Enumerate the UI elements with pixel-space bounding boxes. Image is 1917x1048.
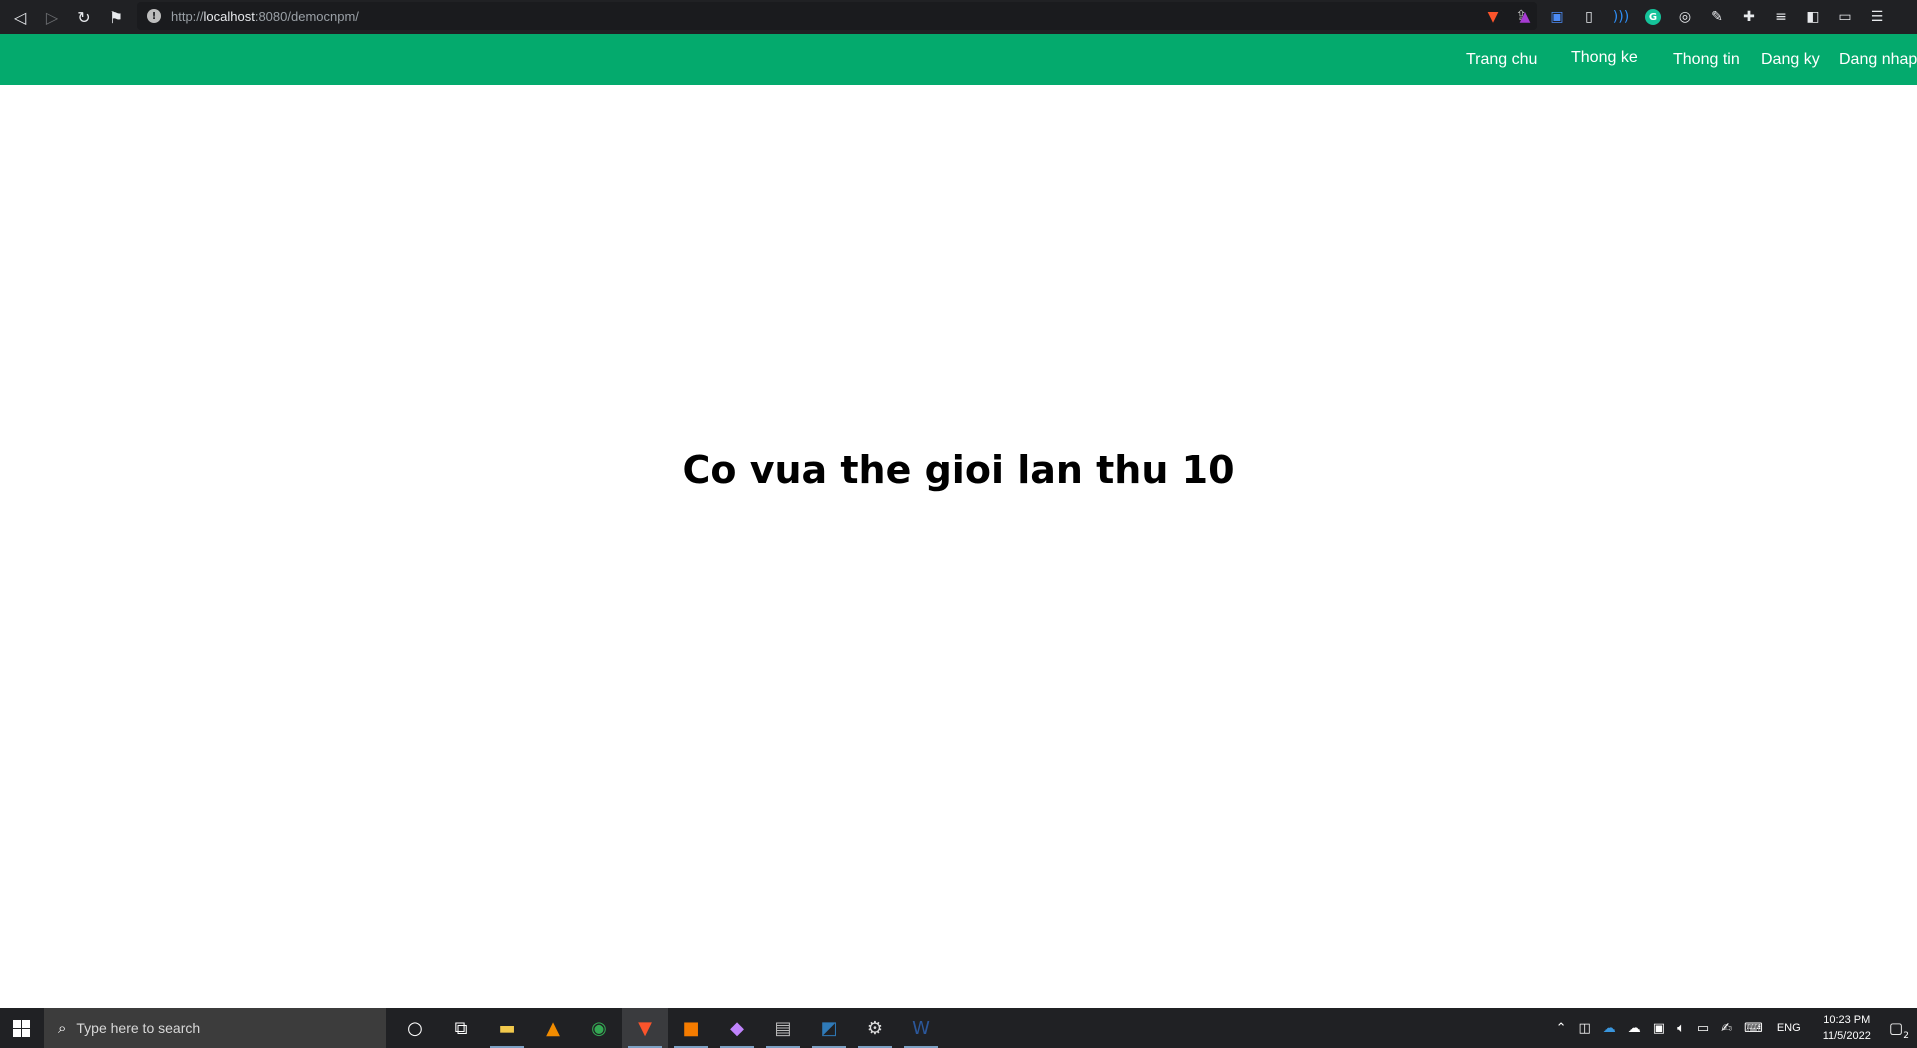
search-placeholder: Type here to search [76, 1020, 201, 1036]
nav-link-dang-nhap[interactable]: Dang nhap [1839, 34, 1917, 85]
back-button[interactable]: ◁ [4, 1, 36, 33]
playlist-icon[interactable]: ≡ [1768, 4, 1794, 30]
phone-extension-icon[interactable]: ▯ [1576, 4, 1602, 30]
bookmark-button[interactable]: ⚑ [100, 1, 132, 33]
nav-link-dang-ky[interactable]: Dang ky [1761, 34, 1820, 85]
wave-extension-icon[interactable]: ))) [1608, 4, 1634, 30]
sidebar-toggle-icon[interactable]: ◧ [1800, 4, 1826, 30]
nav-link-thong-tin[interactable]: Thong tin [1673, 34, 1740, 85]
nav-link-thong-ke[interactable]: Thong ke [1571, 32, 1638, 83]
app-icon[interactable]: ◆ [714, 1008, 760, 1048]
pen-workspace-icon[interactable]: ✍ [1721, 1021, 1732, 1036]
clock-time: 10:23 PM [1823, 1014, 1871, 1026]
chrome-icon[interactable]: ◉ [576, 1008, 622, 1048]
volume-icon[interactable]: 🔈︎ [1677, 1021, 1685, 1036]
show-hidden-icons-chevron-icon[interactable]: ⌃ [1556, 1021, 1567, 1036]
brave-shields-icon[interactable]: ▼ [1480, 4, 1506, 30]
clock-date: 11/5/2022 [1822, 1030, 1871, 1042]
site-info-icon[interactable]: ! [147, 9, 161, 23]
nav-link-trang-chu[interactable]: Trang chu [1466, 34, 1537, 85]
system-clock[interactable]: 10:23 PM 11/5/2022 [1823, 1012, 1871, 1044]
taskbar-search-input[interactable]: ⌕ Type here to search [44, 1008, 386, 1048]
start-button[interactable] [0, 1008, 42, 1048]
battery-icon[interactable]: ▭ [1697, 1021, 1709, 1036]
file-explorer-icon[interactable]: ▬ [484, 1008, 530, 1048]
page-title: Co vua the gioi lan thu 10 [682, 448, 1235, 492]
grammarly-icon[interactable]: G [1645, 9, 1661, 25]
target-extension-icon[interactable]: ◎ [1672, 4, 1698, 30]
task-view-icon[interactable]: ⧉ [438, 1008, 484, 1048]
site-navbar: Trang chu Thong ke Thong tin Dang ky Dan… [0, 34, 1917, 85]
extensions-bar: ▼ ▲ ▣ ▯ ))) G ◎ ✎ ✚ ≡ ◧ ▭ ☰ [1480, 0, 1890, 34]
meet-now-icon[interactable]: ◫ [1578, 1021, 1590, 1036]
keyboard-icon[interactable]: ⌨ [1744, 1021, 1763, 1036]
translate-extension-icon[interactable]: ▣ [1544, 4, 1570, 30]
settings-gear-icon[interactable]: ⚙ [852, 1008, 898, 1048]
forward-button[interactable]: ▷ [36, 1, 68, 33]
display-icon[interactable]: ▣ [1653, 1021, 1665, 1036]
pen-extension-icon[interactable]: ✎ [1704, 4, 1730, 30]
extensions-puzzle-icon[interactable]: ✚ [1736, 4, 1762, 30]
notification-count: 2 [1903, 1031, 1909, 1041]
foxit-reader-icon[interactable]: ■ [668, 1008, 714, 1048]
windows-taskbar: ⌕ Type here to search ○ ⧉ ▬ ▲ ◉ ▼ ■ ◆ ▤ … [0, 1008, 1917, 1048]
system-tray: ⌃ ◫ ☁ ☁ ▣ 🔈︎ ▭ ✍ ⌨ ENG 10:23 PM 11/5/202… [1550, 1008, 1917, 1048]
url-text[interactable]: http://localhost:8080/democnpm/ [171, 9, 359, 24]
wallet-icon[interactable]: ▭ [1832, 4, 1858, 30]
brave-browser-icon[interactable]: ▼ [622, 1008, 668, 1048]
onedrive-icon[interactable]: ☁ [1603, 1021, 1616, 1036]
menu-icon[interactable]: ☰ [1864, 4, 1890, 30]
search-icon: ⌕ [58, 1019, 67, 1037]
reload-button[interactable]: ↻ [68, 1, 100, 33]
brave-rewards-icon[interactable]: ▲ [1512, 4, 1538, 30]
windows-logo-icon [12, 1019, 30, 1037]
address-bar[interactable]: ! http://localhost:8080/democnpm/ ⇪ [137, 2, 1537, 30]
vlc-icon[interactable]: ▲ [530, 1008, 576, 1048]
mysql-workbench-icon[interactable]: ◩ [806, 1008, 852, 1048]
language-indicator[interactable]: ENG [1777, 1022, 1801, 1034]
cortana-icon[interactable]: ○ [392, 1008, 438, 1048]
cloud-icon[interactable]: ☁ [1628, 1021, 1641, 1036]
word-icon[interactable]: W [898, 1008, 944, 1048]
browser-toolbar: ◁ ▷ ↻ ⚑ ! http://localhost:8080/democnpm… [0, 0, 1917, 34]
notification-center-icon[interactable]: ▢ 2 [1889, 1019, 1909, 1041]
remote-desktop-icon[interactable]: ▤ [760, 1008, 806, 1048]
